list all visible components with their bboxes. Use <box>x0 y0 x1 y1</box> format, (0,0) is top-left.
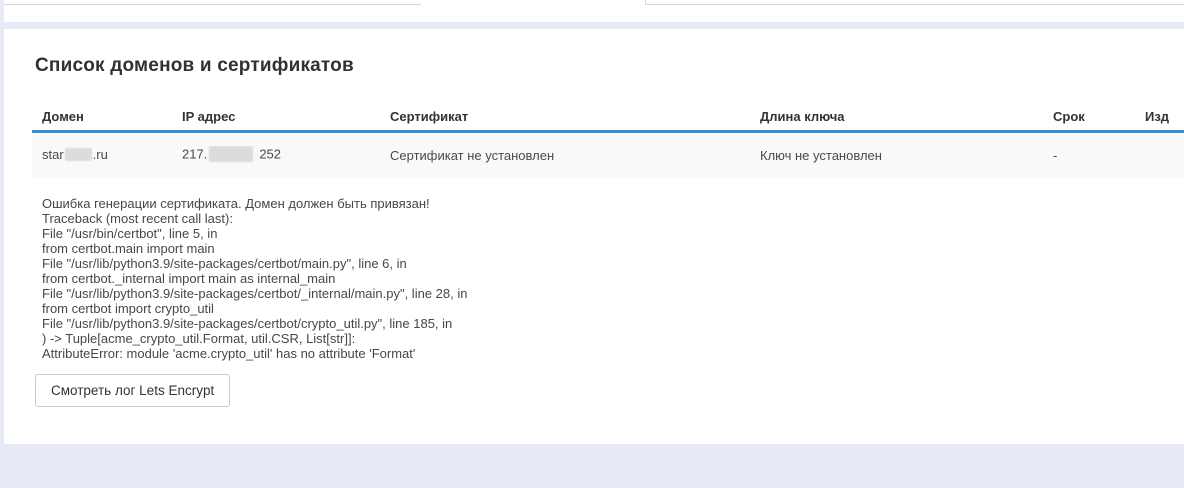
header-key-length: Длина ключа <box>760 109 1053 124</box>
error-line: ) -> Tuple[acme_crypto_util.Format, util… <box>42 331 1142 346</box>
page-background-bottom <box>0 444 1184 488</box>
error-line: File "/usr/bin/certbot", line 5, in <box>42 226 1142 241</box>
error-line: Ошибка генерации сертификата. Домен долж… <box>42 196 1142 211</box>
header-certificate: Сертификат <box>390 109 760 124</box>
domains-card: Список доменов и сертификатов Домен IP а… <box>4 29 1184 444</box>
tab-active[interactable] <box>421 0 646 5</box>
cell-certificate: Сертификат не установлен <box>390 148 760 163</box>
error-line: Traceback (most recent call last): <box>42 211 1142 226</box>
ip-suffix: 252 <box>259 146 281 161</box>
panel-screen: Список доменов и сертификатов Домен IP а… <box>0 0 1184 488</box>
cell-term: - <box>1053 148 1145 163</box>
header-domain: Домен <box>32 109 182 124</box>
header-term: Срок <box>1053 109 1145 124</box>
table-row[interactable]: star .ru 217. 252 Сертификат не установлен… <box>32 133 1184 177</box>
domain-suffix: .ru <box>93 147 108 162</box>
cell-domain: star .ru <box>32 147 182 163</box>
header-issuer-truncated: Изд <box>1145 109 1184 124</box>
error-line: from certbot._internal import main as in… <box>42 271 1142 286</box>
tab-left[interactable] <box>0 0 422 5</box>
domain-prefix: star <box>42 147 64 162</box>
redacted-block <box>65 148 92 161</box>
header-ip: IP адрес <box>182 109 390 124</box>
tab-strip <box>0 0 1184 22</box>
error-line: from certbot.main import main <box>42 241 1142 256</box>
domains-table: Домен IP адрес Сертификат Длина ключа Ср… <box>32 103 1184 177</box>
ip-prefix: 217. <box>182 146 207 161</box>
error-line: File "/usr/lib/python3.9/site-packages/c… <box>42 256 1142 271</box>
table-header-row: Домен IP адрес Сертификат Длина ключа Ср… <box>32 103 1184 133</box>
tab-right[interactable] <box>645 0 1184 5</box>
page-background-band <box>0 22 1184 29</box>
error-line: File "/usr/lib/python3.9/site-packages/c… <box>42 316 1142 331</box>
view-lets-encrypt-log-button[interactable]: Смотреть лог Lets Encrypt <box>35 374 230 407</box>
certificate-error-traceback: Ошибка генерации сертификата. Домен долж… <box>42 196 1142 361</box>
error-line: File "/usr/lib/python3.9/site-packages/c… <box>42 286 1142 301</box>
page-title: Список доменов и сертификатов <box>35 55 354 77</box>
error-line: AttributeError: module 'acme.crypto_util… <box>42 346 1142 361</box>
redacted-block <box>209 146 253 162</box>
error-line: from certbot import crypto_util <box>42 301 1142 316</box>
cell-key-length: Ключ не установлен <box>760 148 1053 163</box>
cell-ip: 217. 252 <box>182 146 390 164</box>
